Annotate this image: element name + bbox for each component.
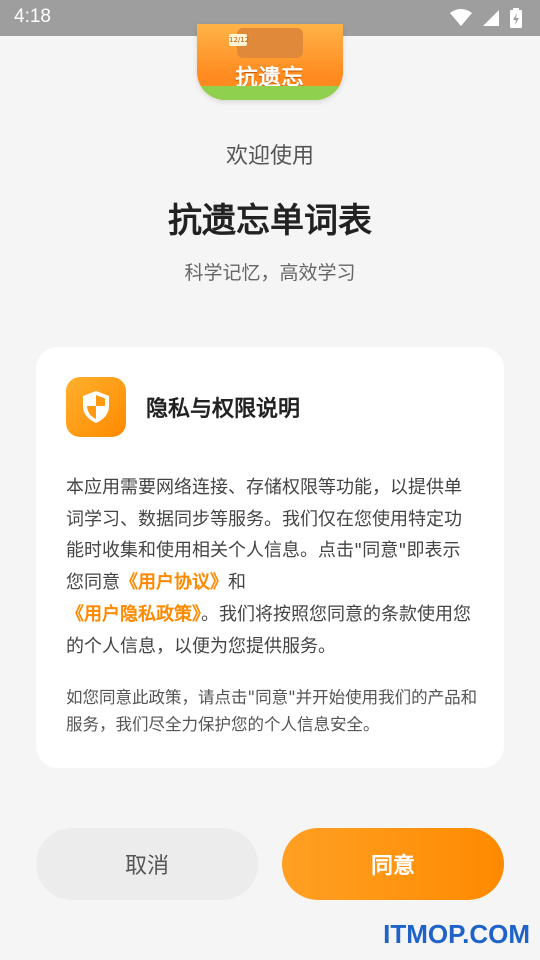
privacy-policy-link[interactable]: 《用户隐私政策》 <box>66 604 201 625</box>
card-body: 本应用需要网络连接、存储权限等功能，以提供单词学习、数据同步等服务。我们仅在您使… <box>66 472 478 662</box>
welcome-text: 欢迎使用 <box>225 144 314 169</box>
shield-icon <box>66 377 126 437</box>
body-text-and: 和 <box>228 572 246 594</box>
card-title: 隐私与权限说明 <box>146 397 301 422</box>
card-note: 如您同意此政策，请点击"同意"并开始使用我们的产品和服务，我们尽全力保护您的个人… <box>66 688 478 734</box>
status-time: 4:18 <box>14 6 51 27</box>
wifi-icon <box>450 9 472 26</box>
agree-button[interactable]: 同意 <box>282 828 504 900</box>
app-logo: 12/12 抗遗忘 <box>197 24 343 100</box>
page-title: 抗遗忘单词表 <box>168 201 372 241</box>
page-subtitle: 科学记忆，高效学习 <box>184 262 356 284</box>
watermark: ITMOP.COM <box>383 919 530 949</box>
cancel-button[interactable]: 取消 <box>36 828 258 900</box>
logo-tag: 12/12 <box>229 34 250 46</box>
user-agreement-link[interactable]: 《用户协议》 <box>120 572 228 593</box>
logo-grass <box>197 86 343 100</box>
cellular-signal-icon <box>483 10 499 26</box>
privacy-card: 隐私与权限说明 本应用需要网络连接、存储权限等功能，以提供单词学习、数据同步等服… <box>36 347 504 768</box>
battery-icon <box>510 8 522 28</box>
status-icons <box>450 8 522 28</box>
